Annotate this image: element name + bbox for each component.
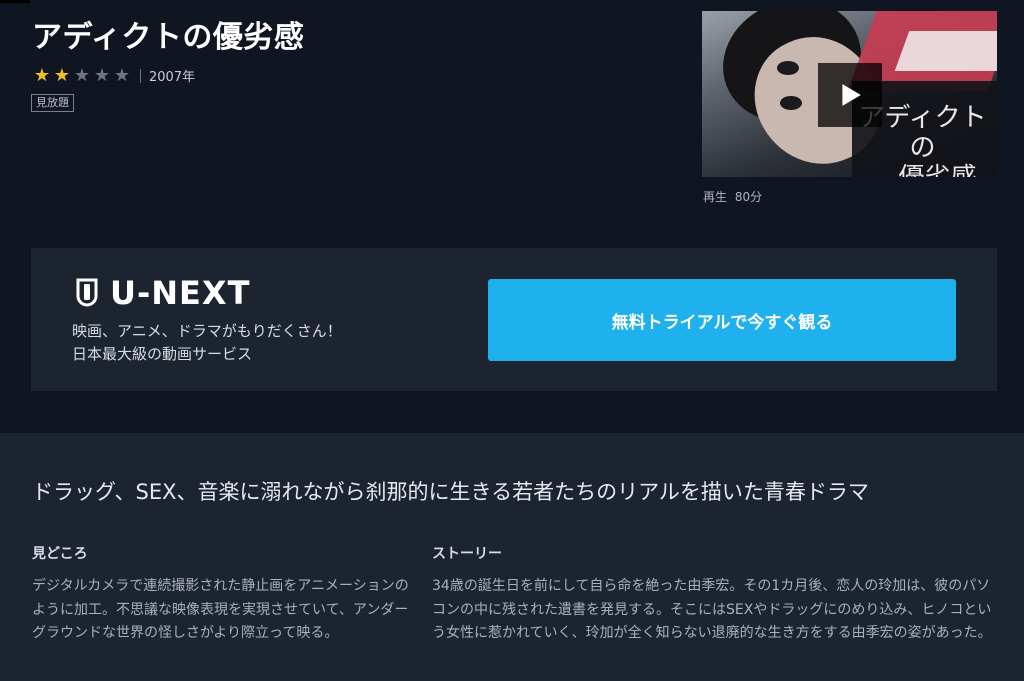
play-info: 再生 80分 [703,188,762,205]
star-icon: ★ [53,64,71,86]
play-label: 再生 [703,190,728,204]
story-body: 34歳の誕生日を前にして自ら命を絶った由季宏。その1カ月後、恋人の玲加は、彼のパ… [432,578,992,641]
story-heading: ストーリー [432,546,502,562]
u-next-logo: U-NEXT [76,274,250,312]
star-icon: ★ [33,64,51,86]
details-section: ドラッグ、SEX、音楽に溺れながら刹那的に生きる若者たちのリアルを描いた青春ドラ… [0,433,1024,681]
logo-text: U-NEXT [110,274,251,312]
thumbnail-art [780,96,802,110]
free-trial-button[interactable]: 無料トライアルで今すぐ観る [488,279,956,361]
play-button[interactable] [818,63,882,127]
status-badge: 見放題 [31,94,74,112]
highlights-body: デジタルカメラで連続撮影された静止画をアニメーションのように加工。不思議な映像表… [32,578,409,641]
star-icon: ★ [73,64,91,86]
thumbnail-art [894,31,997,71]
promo-line-2: 日本最大級の動画サービス [72,345,253,363]
divider [140,68,141,83]
meta-row: ★ ★ ★ ★ ★ 2007年 [32,66,195,85]
star-icon: ★ [113,64,131,86]
duration: 80分 [734,190,763,204]
thumbnail-title-line2: 優劣感 [850,163,995,177]
tagline: ドラッグ、SEX、音楽に溺れながら刹那的に生きる若者たちのリアルを描いた青春ドラ… [32,480,869,504]
promo-text: 映画、アニメ、ドラマがもりだくさん！ 日本最大級の動画サービス [72,320,342,366]
thumbnail-art [777,61,799,75]
u-next-shield-icon [76,278,98,307]
star-icon: ★ [93,64,111,86]
corner-mark [0,0,30,3]
header-section: アディクトの優劣感 ★ ★ ★ ★ ★ 2007年 見放題 アディクトの 優劣感 [0,0,1024,433]
video-thumbnail[interactable]: アディクトの 優劣感 [702,11,997,177]
promo-banner: U-NEXT 映画、アニメ、ドラマがもりだくさん！ 日本最大級の動画サービス 無… [31,248,997,391]
highlights-heading: 見どころ [32,546,88,562]
promo-line-1: 映画、アニメ、ドラマがもりだくさん！ [72,322,342,340]
star-rating: ★ ★ ★ ★ ★ [32,64,132,86]
play-icon [842,84,861,106]
page-title: アディクトの優劣感 [32,20,305,55]
release-year: 2007年 [149,70,196,85]
